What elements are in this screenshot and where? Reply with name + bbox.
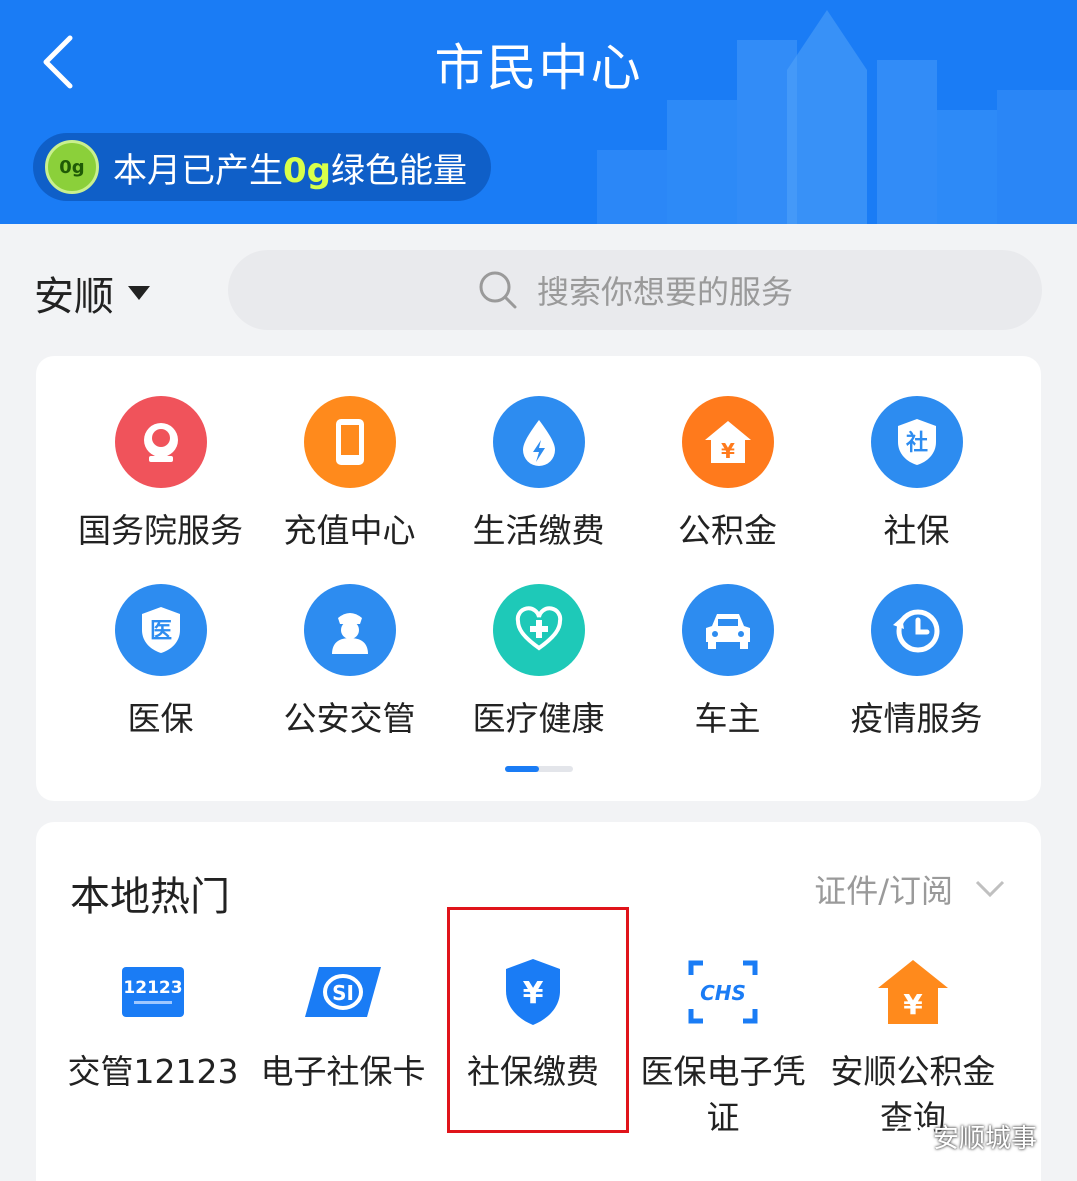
services-row-1: 国务院服务 充值中心 生活缴费 ¥ 公积金 社 社保	[36, 396, 1041, 584]
service-medical-insurance[interactable]: 医 医保	[66, 584, 255, 772]
services-row-2: 医 医保 公安交管 医疗健康 车主 疫情服务	[36, 584, 1041, 772]
energy-value: 0g	[283, 150, 331, 191]
energy-text: 本月已产生0g绿色能量	[113, 143, 467, 192]
service-label: 医疗健康	[472, 699, 605, 738]
service-label: 医保	[127, 699, 194, 738]
hot-medical-voucher[interactable]: CHS 医保电子凭证	[628, 957, 818, 1141]
service-label: 社保	[883, 511, 950, 550]
phone-icon	[303, 396, 396, 488]
car-icon	[681, 584, 774, 676]
service-health[interactable]: 医疗健康	[444, 584, 633, 772]
hot-housing-fund-query[interactable]: ¥ 安顺公积金查询	[818, 957, 1008, 1141]
page-indicator	[505, 766, 573, 772]
svg-text:12123: 12123	[123, 978, 182, 998]
page-title: 市民中心	[434, 39, 643, 97]
caret-down-icon	[128, 286, 150, 300]
service-utilities[interactable]: 生活缴费	[444, 396, 633, 584]
service-car-owner[interactable]: 车主	[633, 584, 822, 772]
subscribe-link[interactable]: 证件/订阅	[814, 866, 1005, 912]
police-icon	[303, 584, 396, 676]
search-icon	[479, 271, 517, 309]
app-header: 市民中心 0g 本月已产生0g绿色能量	[0, 0, 1077, 224]
house-yuan-icon: ¥	[681, 396, 774, 488]
hot-e-social-card[interactable]: SI 电子社保卡	[248, 957, 438, 1141]
city-name: 安顺	[34, 274, 114, 320]
city-selector[interactable]: 安顺	[34, 264, 150, 322]
svg-text:¥: ¥	[903, 988, 923, 1021]
service-housing-fund[interactable]: ¥ 公积金	[633, 396, 822, 584]
service-label: 车主	[694, 699, 761, 738]
svg-text:¥: ¥	[721, 439, 735, 463]
services-grid: 国务院服务 充值中心 生活缴费 ¥ 公积金 社 社保 医 医保 公安交管 医疗健…	[36, 396, 1041, 772]
social-security-card-icon: SI	[303, 957, 383, 1027]
house-yuan-orange-icon: ¥	[873, 957, 953, 1027]
hot-label: 交管12123	[67, 1052, 239, 1091]
energy-suffix: 绿色能量	[331, 150, 467, 191]
green-energy-banner[interactable]: 0g 本月已产生0g绿色能量	[33, 133, 491, 201]
search-placeholder: 搜索你想要的服务	[536, 273, 793, 311]
hot-label: 电子社保卡	[260, 1052, 426, 1091]
clock-history-icon	[870, 584, 963, 676]
water-drop-icon	[492, 396, 585, 488]
traffic-12123-icon: 12123	[113, 957, 193, 1027]
service-epidemic[interactable]: 疫情服务	[822, 584, 1011, 772]
search-bar[interactable]: 搜索你想要的服务	[228, 250, 1042, 330]
svg-text:SI: SI	[332, 981, 354, 1005]
services-card: 国务院服务 充值中心 生活缴费 ¥ 公积金 社 社保 医 医保 公安交管 医疗健…	[36, 356, 1041, 801]
subscribe-label: 证件/订阅	[814, 872, 953, 910]
service-social-security[interactable]: 社 社保	[822, 396, 1011, 584]
watermark-text: 安顺城事	[933, 1124, 1038, 1154]
chs-scan-icon: CHS	[683, 957, 763, 1027]
energy-badge-icon: 0g	[45, 140, 99, 194]
highlight-annotation-box	[447, 907, 629, 1133]
energy-prefix: 本月已产生	[113, 150, 283, 191]
service-state-council[interactable]: 国务院服务	[66, 396, 255, 584]
wechat-icon	[893, 1121, 932, 1152]
shield-she-icon: 社	[870, 396, 963, 488]
shield-yi-icon: 医	[114, 584, 207, 676]
watermark: 安顺城事	[893, 1118, 1037, 1155]
service-label: 疫情服务	[850, 699, 983, 738]
national-emblem-icon	[114, 396, 207, 488]
service-label: 公积金	[678, 511, 777, 550]
hot-label: 医保电子凭证	[640, 1052, 806, 1137]
service-recharge[interactable]: 充值中心	[255, 396, 444, 584]
service-police-traffic[interactable]: 公安交管	[255, 584, 444, 772]
service-label: 充值中心	[283, 511, 416, 550]
service-label: 生活缴费	[472, 511, 605, 550]
svg-text:医: 医	[149, 619, 171, 644]
stethoscope-heart-icon	[492, 584, 585, 676]
svg-text:CHS: CHS	[700, 981, 746, 1005]
service-label: 公安交管	[283, 699, 416, 738]
hot-traffic-12123[interactable]: 12123 交管12123	[58, 957, 248, 1141]
section-title: 本地热门	[70, 874, 230, 920]
service-label: 国务院服务	[78, 511, 243, 550]
svg-text:社: 社	[905, 430, 927, 456]
chevron-down-icon	[975, 880, 1005, 898]
